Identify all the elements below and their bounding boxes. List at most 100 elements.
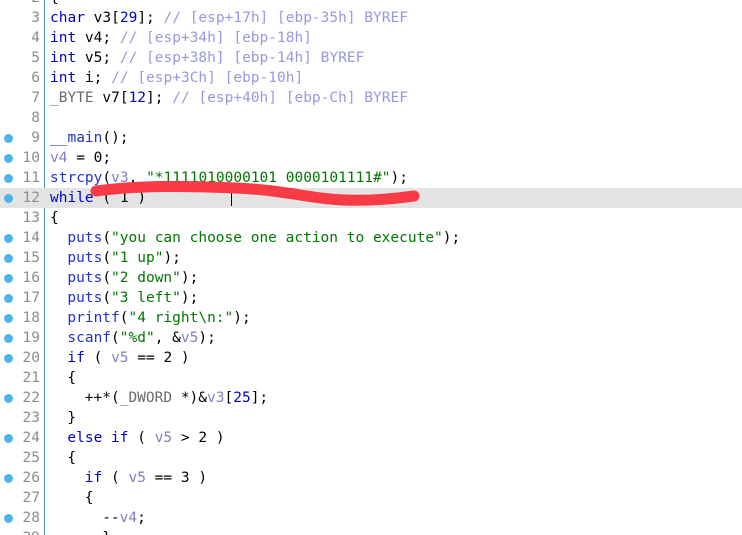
code-token-punct: { [50, 0, 59, 6]
code-token-cmt: // [esp+40h] [ebp-Ch] BYREF [172, 90, 408, 106]
line-number: 5 [31, 50, 40, 66]
code-line[interactable]: 15 puts("1 up"); [0, 248, 742, 268]
code-line[interactable]: 6 int i; // [esp+3Ch] [ebp-10h] [0, 68, 742, 88]
code-line-list[interactable]: 2{3char v3[29]; // [esp+17h] [ebp-35h] B… [0, 0, 742, 535]
code-token-plain: ( [102, 250, 112, 266]
code-line[interactable]: 4 int v4; // [esp+34h] [ebp-18h] [0, 28, 742, 48]
code-line[interactable]: 28 --v4; [0, 508, 742, 528]
code-token-plain: ( [102, 230, 112, 246]
code-token-plain: ) [128, 190, 147, 206]
code-line-text: _BYTE v7[12]; // [esp+40h] [ebp-Ch] BYRE… [50, 88, 408, 108]
code-token-plain: -- [102, 510, 120, 526]
code-line[interactable]: 27 { [0, 488, 742, 508]
code-token-cmt: // [esp+34h] [ebp-18h] [119, 30, 312, 46]
code-token-plain: ( [102, 170, 112, 186]
code-line[interactable]: 14 puts("you can choose one action to exe… [0, 228, 742, 248]
line-number: 11 [22, 170, 40, 186]
code-line[interactable]: 9 __main(); [0, 128, 742, 148]
line-number: 13 [22, 210, 40, 226]
code-line-text: puts("1 up"); [67, 248, 181, 268]
code-line[interactable]: 23} [0, 408, 742, 428]
code-line-text: int v4; // [esp+34h] [ebp-18h] [50, 28, 312, 48]
code-token-plain: ( [119, 310, 129, 326]
code-token-fn: scanf [67, 330, 112, 346]
code-token-type: _DWORD [119, 390, 181, 406]
code-token-str: "you can choose one action to execute" [111, 230, 443, 246]
code-token-fn: strcpy [50, 170, 103, 186]
code-token-plain: = [67, 150, 94, 166]
line-number: 17 [22, 290, 40, 306]
code-line[interactable]: 10 v4 = 0; [0, 148, 742, 168]
code-line[interactable]: 26 if ( v5 == 3 ) [0, 468, 742, 488]
code-line[interactable]: 11 strcpy(v3, "*1111010000101 0000101111#… [0, 168, 742, 188]
code-token-var: v5 [180, 330, 199, 346]
code-token-plain: ( [84, 350, 112, 366]
code-token-kw: int [50, 30, 77, 46]
code-line[interactable]: 7 _BYTE v7[12]; // [esp+40h] [ebp-Ch] BYR… [0, 88, 742, 108]
line-number: 6 [31, 70, 40, 86]
code-token-cmt: // [esp+3Ch] [ebp-10h] [111, 70, 304, 86]
code-line[interactable]: 18 printf("4 right\n:"); [0, 308, 742, 328]
code-token-plain: ); [233, 310, 251, 326]
line-number: 26 [22, 470, 40, 486]
pseudocode-editor[interactable]: 2{3char v3[29]; // [esp+17h] [ebp-35h] B… [0, 0, 742, 535]
code-token-cmt: // [esp+38h] [ebp-14h] BYREF [119, 50, 365, 66]
code-line[interactable]: 20 if ( v5 == 2 ) [0, 348, 742, 368]
code-token-str: "*1111010000101 0000101111#" [146, 170, 391, 186]
code-token-plain: v4; [76, 30, 120, 46]
code-token-str: "3 left" [111, 290, 181, 306]
code-line-text: int i; // [esp+3Ch] [ebp-10h] [50, 68, 303, 88]
line-number: 14 [22, 230, 40, 246]
line-number: 8 [31, 110, 40, 126]
code-line[interactable]: 8 [0, 108, 742, 128]
code-token-plain: ( [111, 330, 120, 346]
code-token-plain: ( [128, 430, 155, 446]
code-line[interactable]: 29} [0, 528, 742, 535]
code-token-kw: while [50, 190, 94, 206]
code-line-text: puts("2 down"); [67, 268, 198, 288]
line-number: 2 [0, 0, 40, 8]
code-line-text: if ( v5 == 2 ) [67, 348, 189, 368]
code-token-punct: { [67, 370, 77, 386]
code-token-plain: (); [102, 130, 129, 146]
code-line[interactable]: 3 char v3[29]; // [esp+17h] [ebp-35h] BYR… [0, 8, 742, 28]
code-token-plain: ); [180, 290, 199, 306]
code-line-text: strcpy(v3, "*1111010000101 0000101111#")… [50, 168, 408, 188]
code-token-kw: if [84, 470, 103, 486]
code-token-plain: , [128, 170, 147, 186]
code-line[interactable]: 13 { [0, 208, 742, 228]
code-token-plain: ); [390, 170, 408, 186]
code-token-fn: puts [67, 290, 103, 306]
code-token-plain: ( [93, 190, 120, 206]
code-line[interactable]: 21 { [0, 368, 742, 388]
code-line[interactable]: 22 ++*(_DWORD *)&v3[25]; [0, 388, 742, 408]
code-token-blue: 12 [128, 90, 147, 106]
code-line[interactable]: 24 else if ( v5 > 2 ) [0, 428, 742, 448]
code-line-text: { [50, 208, 59, 228]
code-line[interactable]: 17 puts("3 left"); [0, 288, 742, 308]
code-token-plain: ); [180, 270, 199, 286]
code-token-kw: else if [67, 430, 129, 446]
code-token-var: v5 [111, 350, 129, 366]
code-line-text: __main(); [50, 128, 129, 148]
code-token-str: "2 down" [111, 270, 181, 286]
code-token-var: v5 [154, 430, 173, 446]
line-number: 19 [22, 330, 40, 346]
code-token-plain: ; [102, 150, 112, 166]
code-line[interactable]: 2{ [0, 0, 742, 8]
code-line-text: if ( v5 == 3 ) [85, 468, 207, 488]
code-token-var: v4 [50, 150, 68, 166]
code-line-text: while ( 1 ) [50, 188, 146, 208]
code-line[interactable]: 5 int v5; // [esp+38h] [ebp-14h] BYREF [0, 48, 742, 68]
code-token-plain: ( [102, 270, 112, 286]
code-token-plain: == [145, 470, 181, 486]
code-line[interactable]: 19 scanf("%d", &v5); [0, 328, 742, 348]
code-token-str: "1 up" [111, 250, 164, 266]
code-token-plain: *)& [180, 390, 208, 406]
code-token-num: 1 [119, 190, 129, 206]
code-token-plain: v3[ [84, 10, 120, 26]
code-line[interactable]: 16 puts("2 down"); [0, 268, 742, 288]
code-line[interactable]: 12 while ( 1 ) [0, 188, 742, 208]
code-token-plain: ); [198, 330, 216, 346]
code-line[interactable]: 25 { [0, 448, 742, 468]
